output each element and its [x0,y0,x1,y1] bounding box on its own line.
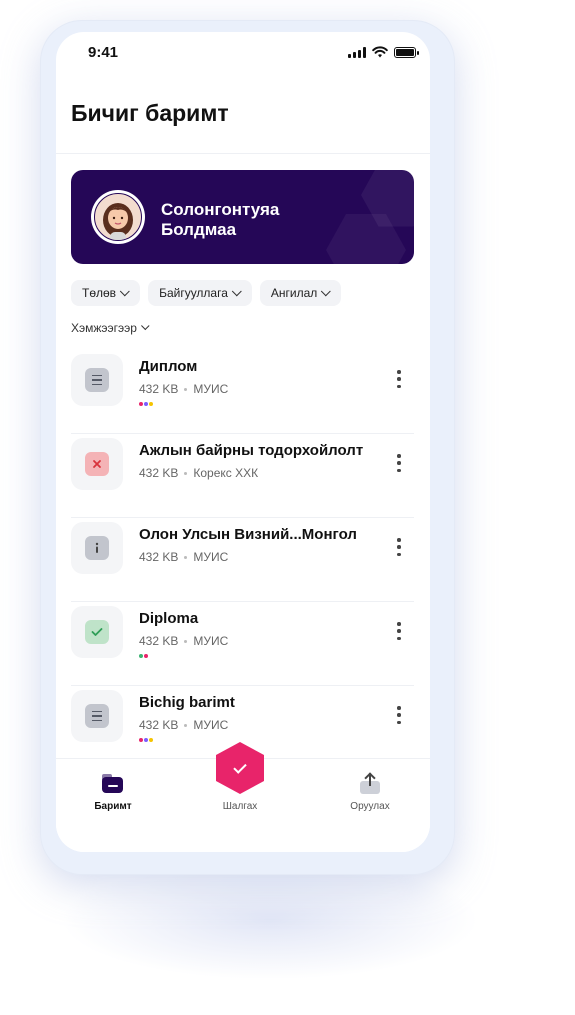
document-thumbnail [71,690,123,742]
tag-dots [139,402,153,406]
document-size: 432 KB [139,550,179,564]
document-row[interactable]: Олон Улсын Визний...Монгол 432 KB МУИС [71,518,414,602]
document-size: 432 KB [139,718,179,732]
document-row[interactable]: Diploma 432 KB МУИС [71,602,414,686]
separator-dot [184,387,188,391]
tag-dots [139,654,148,658]
document-thumbnail [71,522,123,574]
folder-icon [102,773,124,795]
separator-dot [184,723,188,727]
app-screen: 9:41 Бичиг баримт Солонгонтуяа Болдмаа Т… [56,32,430,852]
document-size: 432 KB [139,382,179,396]
sort-label: Хэмжээгээр [71,321,137,335]
more-options-icon[interactable] [392,454,406,472]
document-row[interactable]: Диплом 432 KB МУИС [71,350,414,434]
upload-icon [359,772,381,795]
filter-category[interactable]: Ангилал [259,280,342,306]
nav-documents-label: Баримт [94,801,132,812]
document-title: Ажлын байрны тодорхойлолт [139,442,364,459]
chevron-down-icon [119,285,130,296]
document-size: 432 KB [139,634,179,648]
document-org: МУИС [193,382,229,396]
chevron-down-icon [321,285,332,296]
chevron-down-icon [141,321,150,331]
profile-name-text: Солонгонтуяа Болдмаа [161,200,280,239]
more-options-icon[interactable] [392,370,406,388]
filter-organization[interactable]: Байгууллага [148,280,252,306]
avatar-image [94,193,142,241]
document-icon [85,368,109,392]
document-org: МУИС [193,634,229,648]
device-shadow [60,860,480,980]
avatar [91,190,145,244]
status-bar: 9:41 [56,32,430,72]
separator-dot [184,471,188,475]
document-org: МУИС [193,718,229,732]
filter-status-label: Төлөв [82,286,117,300]
more-options-icon[interactable] [392,538,406,556]
profile-name: Солонгонтуяа Болдмаа [161,200,301,240]
filter-category-label: Ангилал [270,286,318,300]
check-icon [85,620,109,644]
document-org: МУИС [193,550,229,564]
nav-scan-label: Шалгах [222,801,258,812]
nav-documents[interactable]: Баримт [68,773,158,812]
profile-card[interactable]: Солонгонтуяа Болдмаа [71,170,414,264]
document-icon [85,704,109,728]
more-options-icon[interactable] [392,706,406,724]
filter-organization-label: Байгууллага [159,286,228,300]
status-time: 9:41 [88,44,119,61]
separator-dot [184,555,188,559]
page-header: Бичиг баримт [56,72,430,154]
filter-bar: Төлөв Байгууллага Ангилал [71,280,342,306]
status-icons [348,46,419,58]
info-icon [85,536,109,560]
document-row[interactable]: Ажлын байрны тодорхойлолт 432 KB Корекс … [71,434,414,518]
more-options-icon[interactable] [392,622,406,640]
document-size: 432 KB [139,466,179,480]
avatar-illustration-icon [103,203,133,240]
filter-status[interactable]: Төлөв [71,280,141,306]
nav-upload[interactable]: Оруулах [325,772,415,812]
document-meta: 432 KB МУИС [139,634,228,648]
separator-dot [184,639,188,643]
document-thumbnail [71,606,123,658]
document-list: Диплом 432 KB МУИС Ажлын байрны тодорхой… [71,350,414,770]
document-meta: 432 KB МУИС [139,550,228,564]
document-title: Олон Улсын Визний...Монгол [139,526,357,543]
error-icon [85,452,109,476]
chevron-down-icon [231,285,242,296]
document-title: Diploma [139,610,199,627]
cellular-signal-icon [348,46,366,58]
document-org: Корекс ХХК [193,466,259,480]
document-title: Bichig barimt [139,694,235,711]
sort-dropdown[interactable]: Хэмжээгээр [71,321,150,335]
tag-dots [139,738,153,742]
nav-upload-label: Оруулах [350,801,390,812]
document-meta: 432 KB МУИС [139,382,228,396]
check-icon [233,759,247,774]
battery-icon [394,46,419,58]
wifi-icon [372,46,388,58]
document-meta: 432 KB Корекс ХХК [139,466,258,480]
document-thumbnail [71,438,123,490]
document-thumbnail [71,354,123,406]
document-meta: 432 KB МУИС [139,718,228,732]
document-title: Диплом [139,358,198,375]
page-title: Бичиг баримт [71,100,229,126]
